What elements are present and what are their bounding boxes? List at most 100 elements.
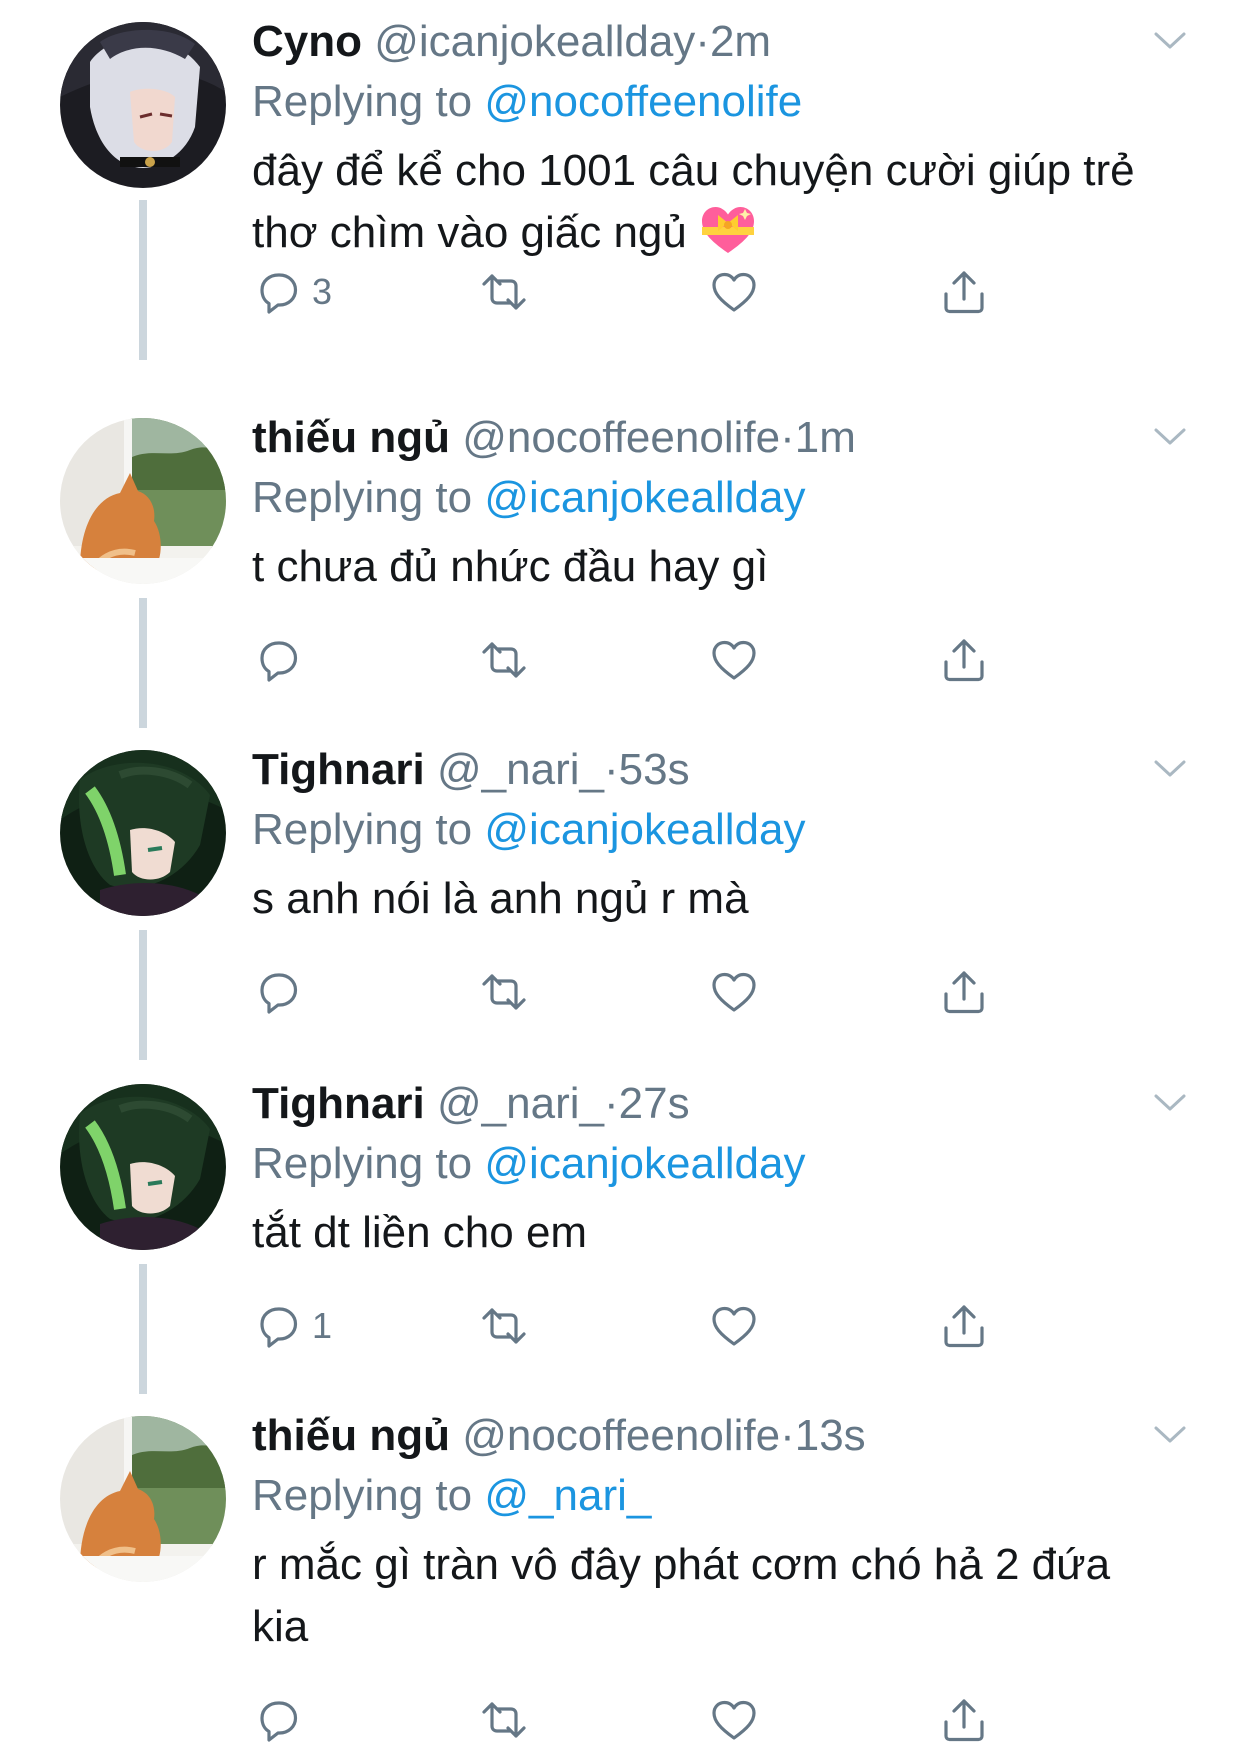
retweet-button[interactable] [478,262,530,322]
display-name[interactable]: Cyno [252,17,362,66]
thread-line [139,200,147,360]
heart-icon [712,272,756,312]
like-button[interactable] [708,630,760,690]
reply-count: 1 [312,1305,333,1346]
replying-to-label: Replying to [252,1471,473,1520]
tweet-content: Tighnari @_nari_·53s Replying to @icanjo… [252,742,1152,930]
user-handle[interactable]: @icanjokeallday [374,17,695,66]
replying-to: Replying to @_nari_ [252,1464,1152,1528]
display-name[interactable]: Tighnari [252,745,425,794]
retweet-button[interactable] [478,630,530,690]
replying-to-mention[interactable]: @nocoffeenolife [484,77,802,126]
like-button[interactable] [708,262,760,322]
tweet-actions: 1 [252,1296,1012,1356]
separator-dot: · [780,1411,795,1460]
reply-icon [260,273,298,314]
tweet-text-body: đây để kể cho 1001 câu chuyện cười giúp … [252,146,1135,257]
separator-dot: · [780,413,795,462]
like-button[interactable] [708,1296,760,1356]
share-button[interactable] [938,1296,990,1356]
share-button[interactable] [938,1690,990,1750]
like-button[interactable] [708,1690,760,1750]
tweet-header: thiếu ngủ @nocoffeenolife·1m [252,410,1152,466]
reply-button[interactable]: 1 [252,1296,332,1356]
tweet-content: thiếu ngủ @nocoffeenolife·1m Replying to… [252,410,1152,598]
reply-icon [260,1701,298,1742]
display-name[interactable]: Tighnari [252,1079,425,1128]
separator-dot: · [695,17,710,66]
sparkling-heart-ribbon-icon [702,207,755,253]
avatar[interactable] [60,418,226,584]
replying-to: Replying to @icanjokeallday [252,798,1152,862]
retweet-button[interactable] [478,962,530,1022]
share-button[interactable] [938,962,990,1022]
share-icon [944,1699,984,1742]
user-handle[interactable]: @nocoffeenolife [462,413,780,462]
retweet-icon [482,642,526,678]
more-options-chevron-down-icon[interactable] [1150,422,1190,452]
tweet-content: thiếu ngủ @nocoffeenolife·13s Replying t… [252,1408,1152,1658]
retweet-icon [482,1308,526,1344]
heart-icon [712,1306,756,1346]
display-name[interactable]: thiếu ngủ [252,1411,450,1460]
avatar[interactable] [60,750,226,916]
tweet-text: s anh nói là anh ngủ r mà [252,874,749,923]
replying-to-label: Replying to [252,1139,473,1188]
reply-button[interactable]: 3 [252,262,332,322]
user-handle[interactable]: @_nari_ [437,1079,604,1128]
separator-dot: · [603,745,619,794]
user-avatar-icon [60,22,226,188]
replying-to: Replying to @icanjokeallday [252,466,1152,530]
user-handle[interactable]: @_nari_ [437,745,604,794]
tweet-actions: 3 [252,262,1012,322]
avatar[interactable] [60,22,226,188]
timestamp[interactable]: 13s [795,1411,866,1460]
timestamp[interactable]: 53s [619,745,690,794]
user-avatar-icon [60,1084,226,1250]
user-avatar-icon [60,418,226,584]
separator-dot: · [603,1079,619,1128]
tweet-header: Tighnari @_nari_·53s [252,742,1152,798]
replying-to-mention[interactable]: @icanjokeallday [484,805,805,854]
share-icon [944,271,984,314]
thread-line [139,1264,147,1394]
user-avatar-icon [60,750,226,916]
tweet-header: thiếu ngủ @nocoffeenolife·13s [252,1408,1152,1464]
display-name[interactable]: thiếu ngủ [252,413,450,462]
avatar[interactable] [60,1416,226,1582]
replying-to-mention[interactable]: @_nari_ [484,1471,651,1520]
retweet-button[interactable] [478,1690,530,1750]
tweet-text: đây để kể cho 1001 câu chuyện cười giúp … [252,140,1152,264]
replying-to-mention[interactable]: @icanjokeallday [484,1139,805,1188]
replying-to-mention[interactable]: @icanjokeallday [484,473,805,522]
retweet-icon [482,974,526,1010]
user-handle[interactable]: @nocoffeenolife [462,1411,780,1460]
replying-to: Replying to @nocoffeenolife [252,70,1152,134]
replying-to-label: Replying to [252,473,473,522]
reply-icon [260,1307,298,1348]
tweet-text: r mắc gì tràn vô đây phát cơm chó hả 2 đ… [252,1540,1111,1651]
more-options-chevron-down-icon[interactable] [1150,1420,1190,1450]
more-options-chevron-down-icon[interactable] [1150,26,1190,56]
timestamp[interactable]: 1m [795,413,856,462]
reply-icon [260,973,298,1014]
like-button[interactable] [708,962,760,1022]
reply-button[interactable] [252,1690,312,1750]
share-icon [944,971,984,1014]
timestamp[interactable]: 27s [619,1079,690,1128]
thread-line [139,598,147,728]
replying-to-label: Replying to [252,77,473,126]
avatar[interactable] [60,1084,226,1250]
more-options-chevron-down-icon[interactable] [1150,1088,1190,1118]
retweet-button[interactable] [478,1296,530,1356]
tweet-header: Cyno @icanjokeallday·2m [252,14,1152,70]
reply-button[interactable] [252,962,312,1022]
timestamp[interactable]: 2m [710,17,771,66]
heart-icon [712,1700,756,1740]
tweet-text: tắt dt liền cho em [252,1208,588,1257]
replying-to-label: Replying to [252,805,473,854]
reply-button[interactable] [252,630,312,690]
share-button[interactable] [938,262,990,322]
more-options-chevron-down-icon[interactable] [1150,754,1190,784]
share-button[interactable] [938,630,990,690]
